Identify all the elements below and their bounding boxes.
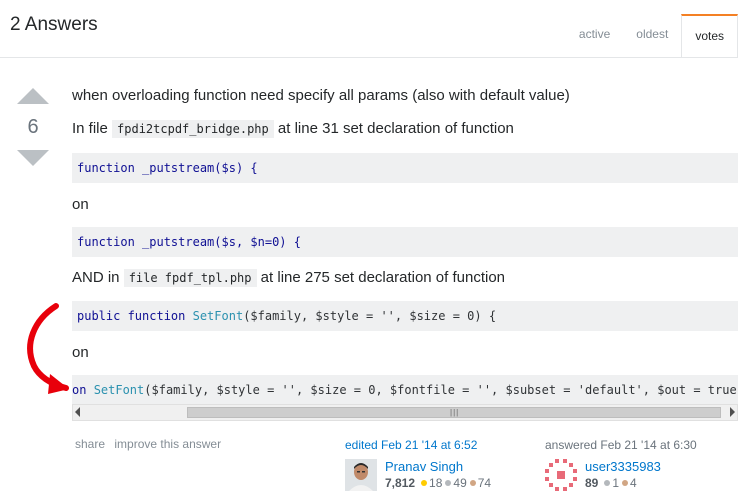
red-arrow-annotation-icon	[27, 303, 69, 394]
answer-on-1: on	[72, 196, 89, 213]
edited-label: edited	[345, 438, 382, 452]
scroll-right-icon[interactable]	[730, 407, 735, 417]
gold-badge-count: 18	[429, 476, 443, 490]
tab-active[interactable]: active	[565, 14, 624, 58]
tab-oldest[interactable]: oldest	[623, 14, 682, 58]
silver-badge-icon	[445, 480, 452, 486]
editor-username[interactable]: Pranav Singh	[385, 459, 491, 475]
bronze-badge-icon	[622, 480, 629, 486]
answerer-username[interactable]: user3335983	[585, 459, 661, 475]
edited-time-link[interactable]: Feb 21 '14 at 6:52	[381, 438, 477, 452]
answer-on-2: on	[72, 344, 89, 361]
code-text: function _putstream($s) {	[77, 161, 258, 175]
code-horizontal-scrollbar[interactable]: |||	[72, 404, 738, 421]
tab-votes[interactable]: votes	[681, 14, 738, 58]
text: at line 275 set declaration of function	[256, 269, 506, 286]
share-link[interactable]: share	[75, 437, 105, 451]
answerer-user: user3335983 89 1 4	[545, 459, 697, 491]
grip-icon: |||	[450, 408, 460, 417]
reputation-score: 7,812	[385, 476, 416, 490]
inline-code-file: file fpdf_tpl.php	[123, 269, 257, 287]
answered-signature: answered Feb 21 '14 at 6:30 user3335983 …	[545, 438, 697, 491]
scrollbar-thumb[interactable]: |||	[187, 407, 721, 418]
vote-down-icon[interactable]	[17, 150, 49, 166]
post-menu: share improve this answer	[75, 437, 227, 451]
answers-count: 2 Answers	[10, 14, 98, 35]
bronze-badge-count: 74	[477, 476, 492, 490]
code-keyword: on	[72, 383, 87, 397]
inline-code-filename: fpdi2tcpdf_bridge.php	[112, 120, 274, 138]
answers-header: 2 Answers active oldest votes	[0, 0, 755, 58]
improve-answer-link[interactable]: improve this answer	[114, 437, 221, 451]
text: AND in	[72, 269, 124, 286]
vote-count: 6	[27, 116, 39, 138]
code-block-3: public function SetFont($family, $style …	[72, 301, 738, 331]
answerer-reputation: 89 1 4	[585, 475, 661, 491]
header-divider	[0, 57, 738, 58]
silver-badge-count: 49	[453, 476, 467, 490]
silver-badge-count: 1	[612, 476, 620, 490]
code-function: SetFont	[192, 309, 244, 323]
bronze-badge-count: 4	[630, 476, 637, 490]
code-args: ($family, $style = '', $size = 0) {	[243, 309, 497, 323]
vote-cell: 6	[12, 88, 54, 166]
answered-action: answered Feb 21 '14 at 6:30	[545, 438, 697, 452]
code-block-1: function _putstream($s) {	[72, 153, 738, 183]
code-function: SetFont	[93, 383, 145, 397]
editor-reputation: 7,812 18 49 74	[385, 475, 491, 491]
vote-up-icon[interactable]	[17, 88, 49, 104]
identicon-avatar[interactable]	[545, 459, 577, 491]
bronze-badge-icon	[469, 480, 476, 486]
text: In file	[72, 120, 113, 137]
gold-badge-icon	[421, 480, 428, 486]
code-text: function _putstream($s, $n=0) {	[77, 235, 301, 249]
answer-line-3: AND in file fpdf_tpl.php at line 275 set…	[72, 268, 505, 288]
code-block-4: on SetFont($family, $style = '', $size =…	[72, 375, 738, 405]
editor-user: Pranav Singh 7,812 18 49 74	[345, 459, 491, 491]
edited-action: edited Feb 21 '14 at 6:52	[345, 438, 491, 455]
edited-signature: edited Feb 21 '14 at 6:52 Pranav Singh 7…	[345, 438, 491, 491]
reputation-score: 89	[585, 476, 599, 490]
silver-badge-icon	[604, 480, 611, 486]
code-args: ($family, $style = '', $size = 0, $fontf…	[144, 383, 738, 397]
sort-tabs: active oldest votes	[565, 14, 738, 58]
answer-line-2: In file fpdi2tcpdf_bridge.php at line 31…	[72, 119, 514, 139]
code-keyword: public function	[77, 309, 186, 323]
text: at line 31 set declaration of function	[273, 120, 514, 137]
answer-line-1: when overloading function need specify a…	[72, 87, 570, 104]
code-block-2: function _putstream($s, $n=0) {	[72, 227, 738, 257]
scroll-left-icon[interactable]	[75, 407, 80, 417]
avatar[interactable]	[345, 459, 377, 491]
